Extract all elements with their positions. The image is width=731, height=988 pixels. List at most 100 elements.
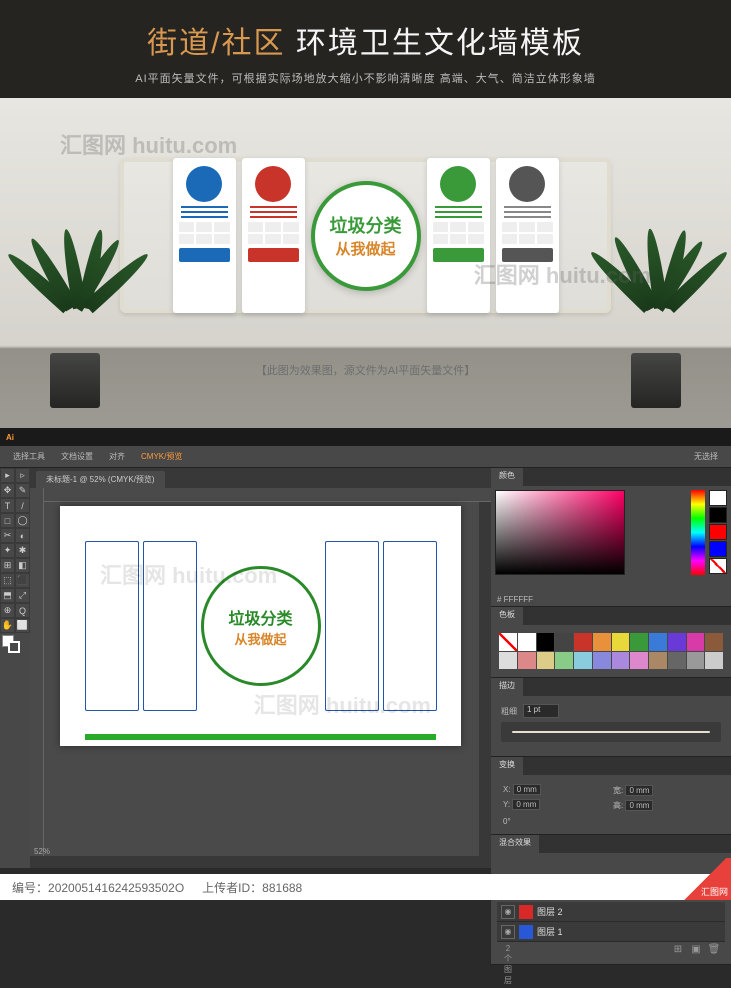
visibility-toggle[interactable]: ◉ (501, 925, 515, 939)
hue-slider[interactable] (691, 490, 705, 575)
uploader-id: 上传者ID：881688 (202, 879, 302, 896)
center-badge: 垃圾分类 从我做起 (311, 181, 421, 291)
tool-button[interactable]: ✦ (0, 543, 15, 558)
plant-left (15, 228, 135, 408)
page-title: 街道/社区 环境卫生文化墙模板 (30, 18, 701, 62)
title-main-text: 环境卫生文化墙模板 (296, 27, 584, 60)
tool-button[interactable]: ⬛ (15, 573, 30, 588)
color-shortcut-swatches[interactable] (709, 490, 727, 574)
title-header: 街道/社区 环境卫生文化墙模板 AI平面矢量文件，可根据实际场地放大缩小不影响清… (0, 0, 731, 98)
transform-h[interactable]: 高: 0 mm (613, 800, 719, 811)
panel-recyclable (173, 158, 236, 313)
layer-color-swatch (519, 905, 533, 919)
transform-x[interactable]: X: 0 mm (503, 785, 609, 796)
fill-stroke-swatch[interactable] (0, 633, 30, 657)
layer-row[interactable]: ◉ 图层 1 (497, 922, 725, 942)
vector-panel[interactable] (325, 541, 379, 711)
illustrator-editor: Ai 选择工具 文档设置 对齐 CMYK/预览 无选择 ▸▹✥✎T/□◯✂◐✦✱… (0, 428, 731, 868)
brand-corner-badge: 汇图网 (683, 858, 731, 900)
tool-button[interactable]: ▸ (0, 468, 15, 483)
stroke-profile-preview[interactable] (501, 722, 721, 742)
tool-button[interactable]: ⬜ (15, 618, 30, 633)
visibility-toggle[interactable]: ◉ (501, 905, 515, 919)
opt-docsetup[interactable]: 文档设置 (56, 449, 98, 464)
tool-button[interactable]: ✂ (0, 528, 15, 543)
delete-layer-icon[interactable]: 🗑 (707, 944, 721, 986)
tool-button[interactable]: ✥ (0, 483, 15, 498)
color-hex[interactable]: # FFFFFF (497, 595, 533, 604)
doc-tab[interactable]: 未标题-1 @ 52% (CMYK/预览) (36, 471, 165, 488)
vector-panel[interactable] (143, 541, 197, 711)
tool-button[interactable]: Q (15, 603, 30, 618)
swatches-panel: 色板 (491, 607, 731, 678)
scrollbar-vertical[interactable] (479, 502, 491, 856)
canvas-area[interactable]: 未标题-1 @ 52% (CMYK/预览) 垃圾分类 从我做起 52% 汇图网 … (30, 468, 491, 868)
tool-button[interactable]: ▹ (15, 468, 30, 483)
badge-line1: 垃圾分类 (330, 212, 402, 238)
tool-button[interactable]: ⊞ (0, 558, 15, 573)
tool-button[interactable]: ◧ (15, 558, 30, 573)
stroke-weight-input[interactable]: 1 pt (523, 704, 559, 718)
artboard[interactable]: 垃圾分类 从我做起 (60, 506, 461, 746)
tool-button[interactable]: T (0, 498, 15, 513)
stroke-weight-label: 粗细 (501, 706, 517, 717)
opt-colormode: CMYK/预览 (136, 449, 187, 464)
swatch-grid[interactable] (497, 631, 725, 671)
tab-stroke[interactable]: 描边 (491, 678, 523, 696)
badge-line2: 从我做起 (335, 238, 395, 259)
opt-select[interactable]: 选择工具 (8, 449, 50, 464)
layer-name: 图层 1 (537, 925, 563, 938)
options-bar[interactable]: 选择工具 文档设置 对齐 CMYK/预览 无选择 (0, 446, 731, 468)
tab-color[interactable]: 颜色 (491, 468, 523, 486)
app-logo-icon: Ai (6, 433, 14, 442)
page-subtitle: AI平面矢量文件，可根据实际场地放大缩小不影响清晰度 高端、大气、简洁立体形象墙 (30, 70, 701, 86)
tools-panel: ▸▹✥✎T/□◯✂◐✦✱⊞◧⬚⬛⬒⤢⊕Q✋⬜ (0, 468, 30, 868)
vector-center-badge[interactable]: 垃圾分类 从我做起 (201, 566, 321, 686)
tab-swatches[interactable]: 色板 (491, 607, 523, 625)
panel-kitchen (427, 158, 490, 313)
layer-row[interactable]: ◉ 图层 2 (497, 902, 725, 922)
transform-angle[interactable]: 0° (503, 817, 511, 826)
layer-color-swatch (519, 925, 533, 939)
footer-metadata: 编号：2020051416242593502O 上传者ID：881688 汇图网 (0, 874, 731, 900)
scrollbar-horizontal[interactable] (30, 856, 491, 868)
new-sublayer-icon[interactable]: ⊞ (671, 944, 685, 986)
tool-button[interactable]: ✎ (15, 483, 30, 498)
document-tabs[interactable]: 未标题-1 @ 52% (CMYK/预览) (30, 468, 491, 488)
layer-name: 图层 2 (537, 905, 563, 918)
menubar[interactable]: Ai (0, 428, 731, 446)
ruler-vertical[interactable] (30, 488, 44, 868)
layer-count: 2 个图层 (501, 944, 515, 986)
color-field[interactable] (495, 490, 625, 575)
wall-panels: 垃圾分类 从我做起 (140, 148, 591, 323)
vector-green-bar[interactable] (85, 734, 436, 740)
tool-button[interactable]: ◯ (15, 513, 30, 528)
new-layer-icon[interactable]: ▣ (689, 944, 703, 986)
transform-y[interactable]: Y: 0 mm (503, 800, 609, 811)
opt-align[interactable]: 对齐 (104, 449, 130, 464)
vector-panel[interactable] (85, 541, 139, 711)
wall-mockup-preview: 垃圾分类 从我做起 【此图为效果图，源文件为AI平面矢量文件】 汇图网 huit… (0, 98, 731, 428)
vector-panel[interactable] (383, 541, 437, 711)
tool-button[interactable]: ◐ (15, 528, 30, 543)
status-zoom[interactable]: 52% (30, 847, 54, 856)
tool-button[interactable]: ⊕ (0, 603, 15, 618)
tool-button[interactable]: □ (0, 513, 15, 528)
tool-button[interactable]: / (15, 498, 30, 513)
tab-blend[interactable]: 混合效果 (491, 835, 539, 853)
stroke-panel: 描边 粗细 1 pt (491, 678, 731, 757)
panel-other (496, 158, 559, 313)
tab-transform[interactable]: 变换 (491, 757, 523, 775)
tool-button[interactable]: ✱ (15, 543, 30, 558)
tool-button[interactable]: ✋ (0, 618, 15, 633)
opt-selection: 无选择 (689, 449, 723, 464)
transform-w[interactable]: 宽: 0 mm (613, 785, 719, 796)
title-prefix: 街道/社区 (147, 27, 285, 60)
color-panel: 颜色 # FFFFFF (491, 468, 731, 607)
ruler-horizontal[interactable] (30, 488, 491, 502)
tool-button[interactable]: ⬒ (0, 588, 15, 603)
tool-button[interactable]: ⬚ (0, 573, 15, 588)
plant-right (596, 228, 716, 408)
tool-button[interactable]: ⤢ (15, 588, 30, 603)
asset-id: 编号：2020051416242593502O (12, 879, 184, 896)
